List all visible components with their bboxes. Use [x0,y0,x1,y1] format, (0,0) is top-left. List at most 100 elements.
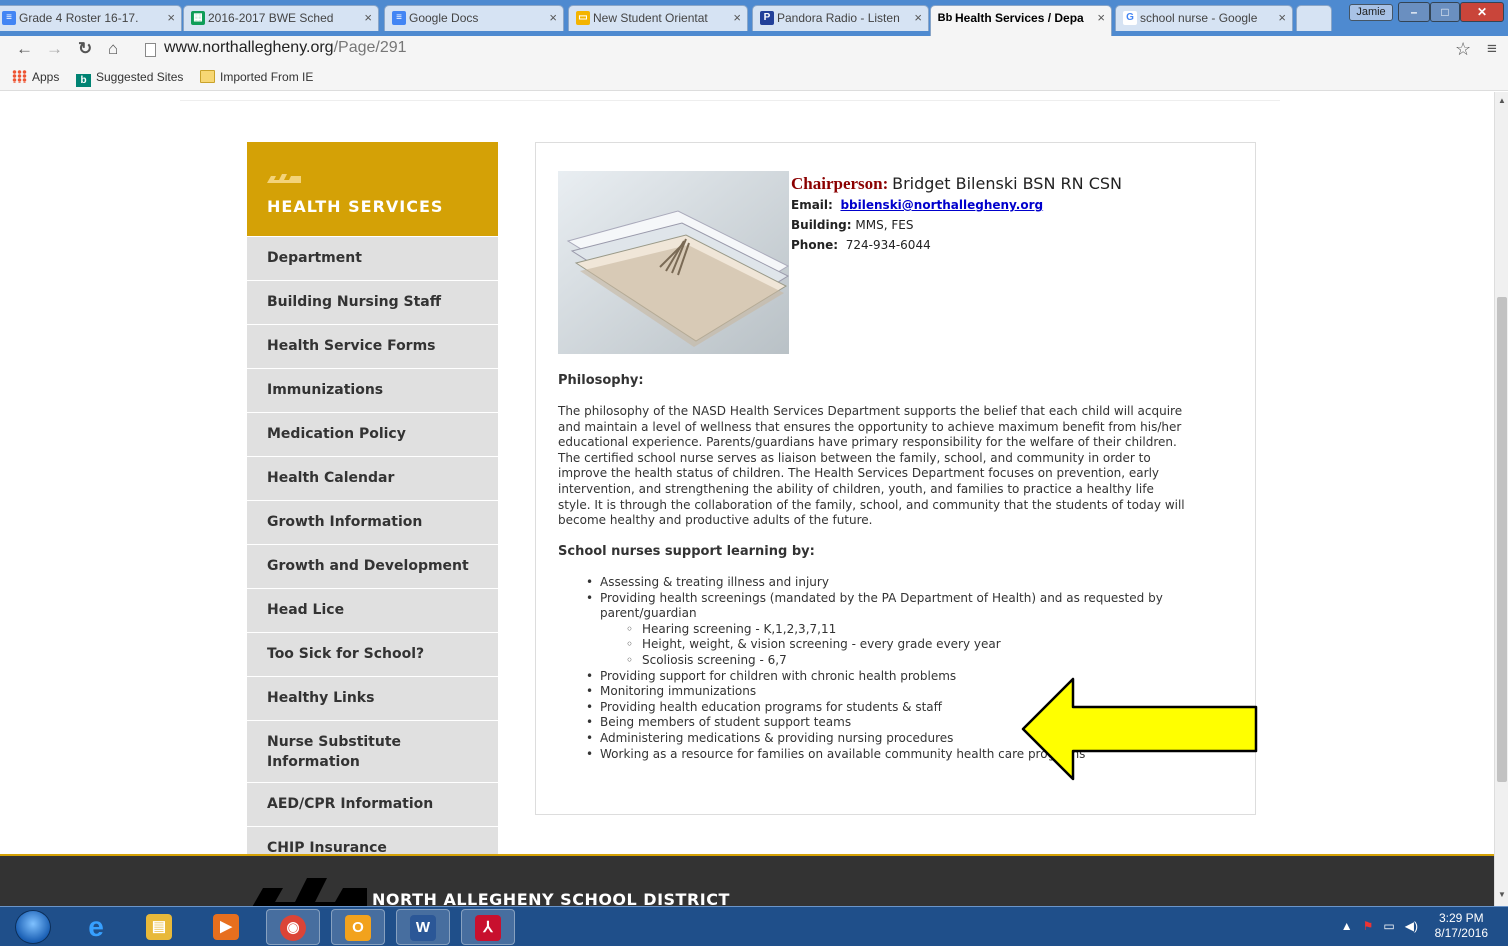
apps-grid-icon [12,70,27,83]
forward-arrow-icon[interactable]: → [46,39,63,59]
sidebar-item-immunizations[interactable]: Immunizations [247,369,498,413]
support-heading: School nurses support learning by: [558,544,815,559]
tab-google-docs[interactable]: ≡ Google Docs × [384,5,564,31]
minimize-icon[interactable]: – [1398,2,1430,22]
tab-new-student-orientation[interactable]: ▭ New Student Orientat × [568,5,748,31]
bookmarks-bar: Apps b Suggested Sites Imported From IE [0,64,1508,91]
network-icon[interactable]: ▭ [1383,919,1394,933]
sidebar-nav: Department Building Nursing Staff Health… [247,237,498,871]
reload-icon[interactable]: ↻ [78,39,92,59]
tab-health-services[interactable]: Bb Health Services / Depa × [930,5,1112,36]
building-label: Building: [791,218,852,232]
tab-title: 2016-2017 BWE Sched [208,11,334,25]
tab-pandora[interactable]: P Pandora Radio - Listen × [752,5,929,31]
tab-close-icon[interactable]: × [549,6,557,30]
back-arrow-icon[interactable]: ← [16,39,33,59]
acrobat-icon: ⅄ [475,915,501,941]
folder-icon [200,70,215,83]
na-logo-icon [267,174,301,183]
taskbar-internet-explorer[interactable]: e [70,909,124,945]
sidebar-item-growth-information[interactable]: Growth Information [247,501,498,545]
media-player-icon: ▶ [213,914,239,940]
tab-close-icon[interactable]: × [1097,6,1105,30]
scroll-thumb[interactable] [1497,297,1507,782]
pandora-icon: P [760,11,774,25]
tab-title: Grade 4 Roster 16-17. [19,11,139,25]
sidebar-title: HEALTH SERVICES [267,197,444,216]
philosophy-heading: Philosophy: [558,373,644,388]
taskbar-media-player[interactable]: ▶ [200,909,254,945]
tab-close-icon[interactable]: × [167,6,175,30]
taskbar-word[interactable]: W [396,909,450,945]
sidebar-item-head-lice[interactable]: Head Lice [247,589,498,633]
menu-icon[interactable]: ≡ [1487,39,1497,59]
bookmark-suggested-sites[interactable]: b Suggested Sites [76,70,183,87]
internet-explorer-icon: e [88,911,104,942]
home-icon[interactable]: ⌂ [108,39,118,59]
volume-icon[interactable]: ◀) [1405,919,1418,933]
building-value: MMS, FES [855,218,914,232]
tab-close-icon[interactable]: × [914,6,922,30]
close-window-icon[interactable]: ✕ [1460,2,1504,22]
system-clock[interactable]: 3:29 PM 8/17/2016 [1435,911,1488,941]
list-item: Height, weight, & vision screening - eve… [558,637,1178,653]
windows-taskbar: e ▤ ▶ ◉ O W ⅄ ▲ ⚑ ▭ ◀) 3:29 PM 8/17/2016 [0,906,1508,946]
scroll-down-icon[interactable]: ▼ [1498,890,1506,899]
annotation-arrow-icon [1021,677,1258,781]
medical-papers-photo [558,171,789,354]
person-name: Bridget Bilenski BSN RN CSN [892,174,1122,193]
tab-close-icon[interactable]: × [733,6,741,30]
email-link[interactable]: bbilenski@northallegheny.org [840,198,1043,212]
sidebar-item-department[interactable]: Department [247,237,498,281]
tab-grade4-roster[interactable]: ≡ Grade 4 Roster 16-17. × [0,5,182,31]
list-item: Scoliosis screening - 6,7 [558,653,1178,669]
taskbar-file-explorer[interactable]: ▤ [133,909,187,945]
url-host: www.northallegheny.org [164,39,334,56]
page-scrollbar[interactable]: ▲ ▼ [1494,92,1508,906]
list-item: Providing health screenings (mandated by… [558,591,1178,622]
clock-time: 3:29 PM [1438,911,1484,925]
docs-icon: ≡ [2,11,16,25]
sidebar-item-building-nursing-staff[interactable]: Building Nursing Staff [247,281,498,325]
tab-close-icon[interactable]: × [1278,6,1286,30]
na-logo-icon [252,878,367,906]
address-bar[interactable]: www.northallegheny.org/Page/291 [164,39,407,57]
new-tab-button[interactable] [1296,5,1332,31]
user-profile-chip[interactable]: Jamie [1349,4,1393,21]
bookmark-star-icon[interactable]: ☆ [1455,39,1471,60]
email-label: Email: [791,198,833,212]
action-center-icon[interactable]: ⚑ [1363,919,1374,933]
bookmark-imported-from-ie[interactable]: Imported From IE [200,70,313,84]
sidebar-item-too-sick-for-school[interactable]: Too Sick for School? [247,633,498,677]
page-icon [145,43,156,57]
sidebar-item-aed-cpr-information[interactable]: AED/CPR Information [247,783,498,827]
sidebar-item-health-service-forms[interactable]: Health Service Forms [247,325,498,369]
taskbar-outlook[interactable]: O [331,909,385,945]
scroll-up-icon[interactable]: ▲ [1498,96,1506,105]
taskbar-chrome[interactable]: ◉ [266,909,320,945]
tab-school-nurse-search[interactable]: G school nurse - Google × [1115,5,1293,31]
bing-icon: b [76,74,91,87]
site-footer: NORTH ALLEGHENY SCHOOL DISTRICT [0,854,1494,906]
sidebar-item-health-calendar[interactable]: Health Calendar [247,457,498,501]
tab-bwe-schedule[interactable]: ▦ 2016-2017 BWE Sched × [183,5,379,31]
chrome-icon: ◉ [280,915,306,941]
windows-start-icon[interactable] [15,910,51,944]
word-icon: W [410,915,436,941]
bookmark-label: Suggested Sites [96,70,184,84]
maximize-icon[interactable]: □ [1430,2,1460,22]
tab-close-icon[interactable]: × [364,6,372,30]
sidebar-header: HEALTH SERVICES [247,142,498,236]
bookmark-apps[interactable]: Apps [12,70,59,84]
sidebar-item-label: Nurse Substitute Information [267,734,402,770]
slides-icon: ▭ [576,11,590,25]
show-hidden-icons-icon[interactable]: ▲ [1341,919,1353,933]
philosophy-text: The philosophy of the NASD Health Servic… [558,404,1185,528]
phone-value: 724-934-6044 [845,238,931,252]
taskbar-acrobat[interactable]: ⅄ [461,909,515,945]
sidebar-item-healthy-links[interactable]: Healthy Links [247,677,498,721]
docs-icon: ≡ [392,11,406,25]
sidebar-item-growth-and-development[interactable]: Growth and Development [247,545,498,589]
sidebar-item-medication-policy[interactable]: Medication Policy [247,413,498,457]
sidebar-item-nurse-substitute-information[interactable]: Nurse Substitute Information [247,721,498,783]
